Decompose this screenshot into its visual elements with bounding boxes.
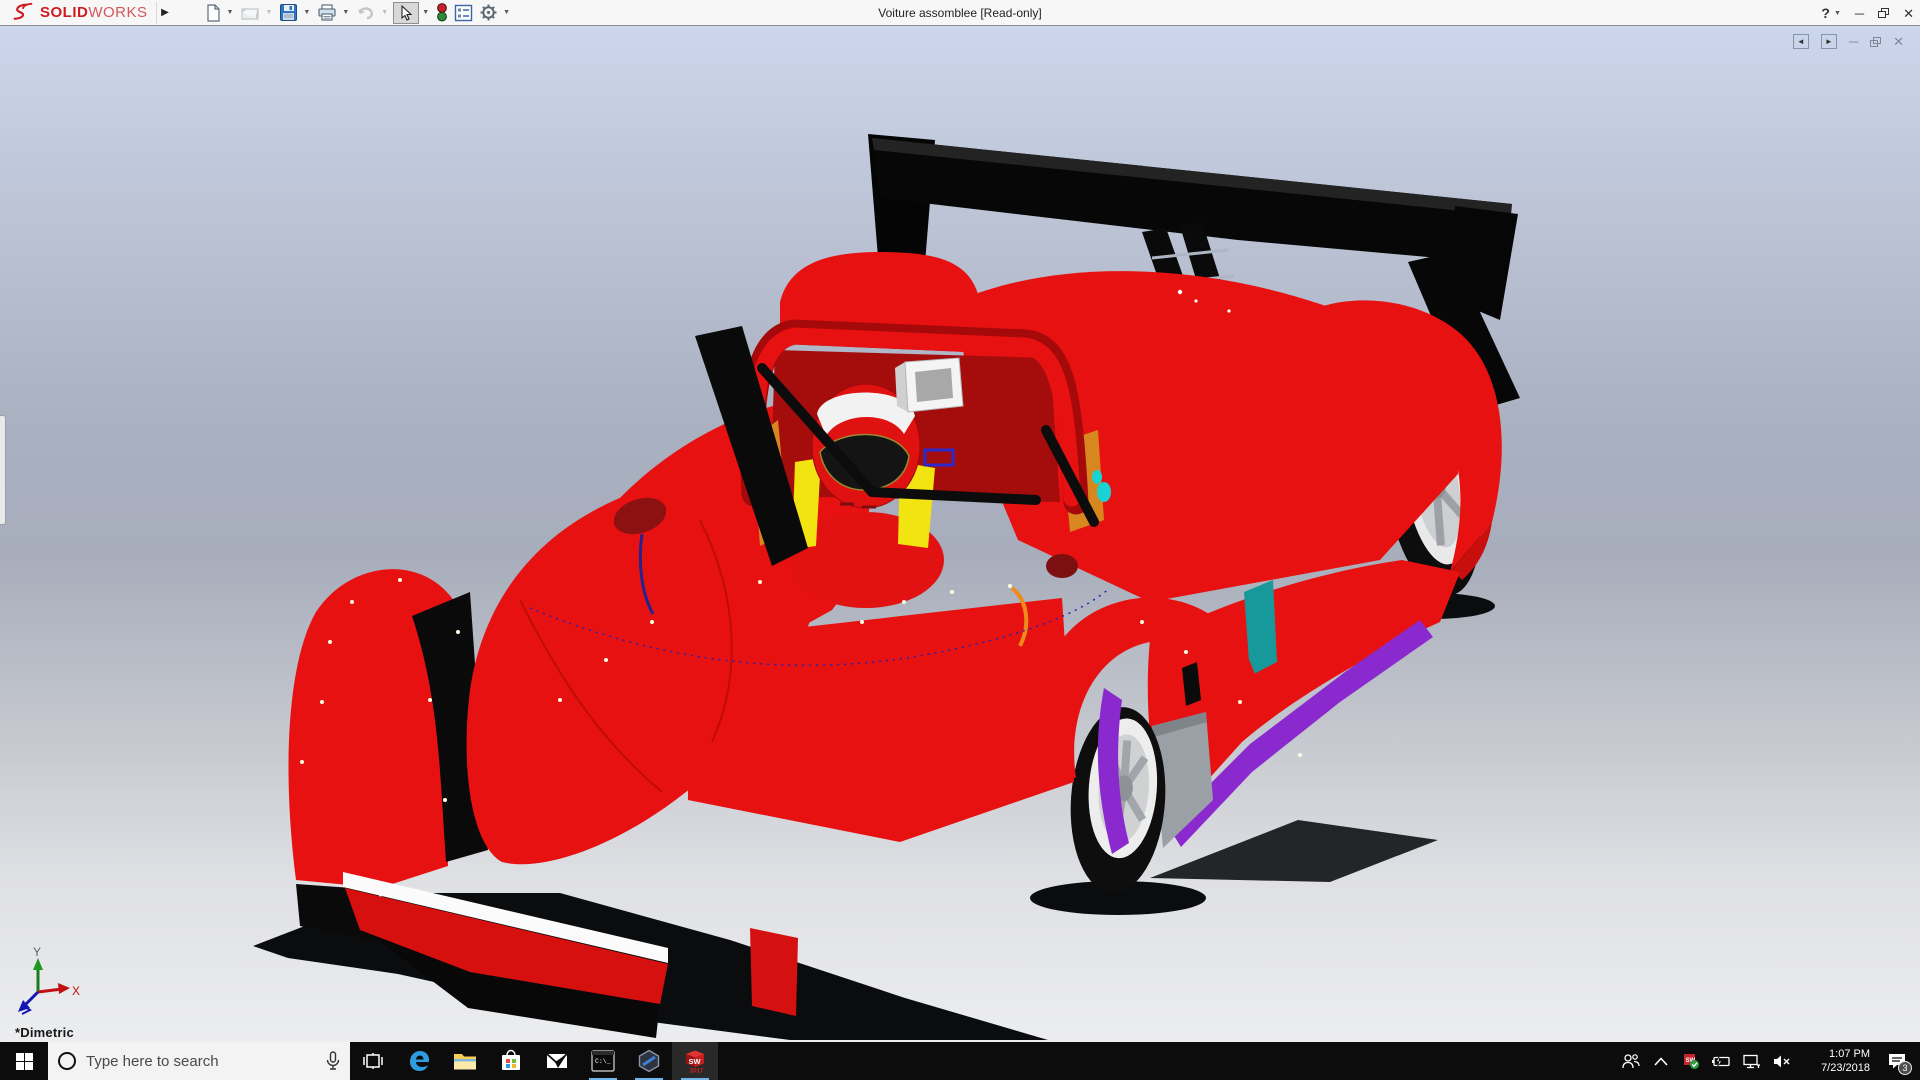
sw-label: SW bbox=[689, 1057, 702, 1066]
save-caret[interactable]: ▼ bbox=[303, 9, 310, 16]
tray-clock[interactable]: 1:07 PM 7/23/2018 bbox=[1796, 1042, 1874, 1080]
previous-document-button[interactable]: ◄ bbox=[1793, 34, 1809, 49]
clock-date: 7/23/2018 bbox=[1821, 1061, 1870, 1075]
rearview-mirror bbox=[895, 358, 963, 412]
undo-button[interactable] bbox=[354, 2, 378, 24]
undo-caret[interactable]: ▼ bbox=[381, 9, 388, 16]
window-title: Voiture assomblee [Read-only] bbox=[878, 0, 1041, 26]
taskbar-search[interactable] bbox=[48, 1042, 350, 1080]
tray-network-icon[interactable] bbox=[1736, 1042, 1766, 1080]
close-button[interactable]: ✕ bbox=[1903, 7, 1914, 20]
help-caret[interactable]: ▼ bbox=[1834, 10, 1841, 17]
cyan-detail bbox=[1097, 482, 1111, 502]
feature-manager-collapsed-tab[interactable] bbox=[0, 415, 6, 525]
print-caret[interactable]: ▼ bbox=[342, 9, 349, 16]
file-explorer-icon bbox=[453, 1050, 477, 1072]
options-button[interactable] bbox=[477, 2, 500, 24]
solidworks-logo: SOLIDWORKS bbox=[0, 0, 156, 25]
triad-y-label: Y bbox=[33, 945, 41, 959]
gear-icon bbox=[479, 3, 498, 22]
document-close-button[interactable]: ✕ bbox=[1893, 35, 1904, 48]
taskbar-app-store[interactable] bbox=[488, 1042, 534, 1080]
tray-chevron-up[interactable] bbox=[1646, 1042, 1676, 1080]
next-document-button[interactable]: ► bbox=[1821, 34, 1837, 49]
solidworks-logo-text: SOLIDWORKS bbox=[40, 4, 148, 21]
solidworks-2017-icon: SW 2017 bbox=[682, 1048, 708, 1074]
cmd-label: C:\_ bbox=[595, 1058, 611, 1065]
task-view-icon bbox=[363, 1051, 383, 1071]
tray-volume-muted[interactable] bbox=[1766, 1042, 1796, 1080]
battery-icon bbox=[1711, 1055, 1731, 1068]
select-cursor-icon bbox=[399, 5, 413, 21]
search-input[interactable] bbox=[86, 1053, 316, 1070]
document-minimize-button[interactable]: ─ bbox=[1849, 35, 1858, 48]
save-button[interactable] bbox=[277, 2, 300, 24]
network-icon bbox=[1742, 1054, 1761, 1069]
taskbar-app-mail[interactable] bbox=[534, 1042, 580, 1080]
save-floppy-icon bbox=[279, 3, 298, 22]
task-view-button[interactable] bbox=[350, 1042, 396, 1080]
minimize-button[interactable]: ─ bbox=[1855, 7, 1864, 20]
display-settings-button[interactable] bbox=[452, 2, 475, 24]
select-tool-button[interactable] bbox=[393, 2, 419, 24]
new-document-icon bbox=[204, 4, 222, 22]
new-document-caret[interactable]: ▼ bbox=[227, 9, 234, 16]
print-icon bbox=[317, 4, 337, 22]
people-icon bbox=[1622, 1053, 1640, 1069]
windows-taskbar: C:\_ SW 2017 SW bbox=[0, 1042, 1920, 1080]
traffic-light-icon bbox=[436, 3, 448, 22]
taskbar-app-edrawings[interactable] bbox=[626, 1042, 672, 1080]
titlebar: SOLIDWORKS ▶ ▼ ▼ ▼ bbox=[0, 0, 1920, 26]
taskbar-app-command-prompt[interactable]: C:\_ bbox=[580, 1042, 626, 1080]
sw-year: 2017 bbox=[690, 1069, 704, 1075]
side-pod[interactable] bbox=[1148, 560, 1460, 848]
window-controls: ?▼ ─ ✕ bbox=[1821, 0, 1914, 26]
open-button[interactable] bbox=[238, 2, 262, 24]
tray-people-icon[interactable] bbox=[1616, 1042, 1646, 1080]
cortana-icon bbox=[58, 1052, 76, 1070]
volume-muted-icon bbox=[1772, 1054, 1791, 1069]
print-button[interactable] bbox=[315, 2, 339, 24]
clock-time: 1:07 PM bbox=[1829, 1047, 1870, 1061]
taskbar-app-solidworks[interactable]: SW 2017 bbox=[672, 1042, 718, 1080]
help-button[interactable]: ?▼ bbox=[1821, 6, 1841, 20]
solidworks-logo-icon bbox=[10, 3, 36, 23]
document-restore-button[interactable] bbox=[1870, 37, 1881, 47]
orientation-triad: Y X bbox=[18, 945, 80, 1014]
taskbar-app-edge[interactable] bbox=[396, 1042, 442, 1080]
action-center-button[interactable]: 3 bbox=[1874, 1042, 1920, 1080]
mail-icon bbox=[545, 1051, 569, 1071]
graphics-viewport[interactable]: Y X ◄ ► ─ ✕ *Dimetric bbox=[0, 26, 1920, 1042]
display-settings-icon bbox=[454, 4, 473, 22]
solidworks-check-icon: SW bbox=[1682, 1052, 1700, 1070]
document-window-controls: ◄ ► ─ ✕ bbox=[1793, 34, 1904, 49]
edge-icon bbox=[407, 1049, 431, 1073]
rebuild-button[interactable] bbox=[434, 2, 450, 24]
open-caret[interactable]: ▼ bbox=[265, 9, 272, 16]
new-document-button[interactable] bbox=[202, 2, 224, 24]
select-caret[interactable]: ▼ bbox=[422, 9, 429, 16]
start-button[interactable] bbox=[0, 1042, 48, 1080]
undo-icon bbox=[356, 4, 376, 21]
main-toolbar: ▼ ▼ ▼ ▼ bbox=[202, 0, 514, 25]
restore-button[interactable] bbox=[1878, 8, 1889, 18]
tray-solidworks-monitor[interactable]: SW bbox=[1676, 1042, 1706, 1080]
notification-badge: 3 bbox=[1898, 1061, 1912, 1075]
hexagon-app-icon bbox=[637, 1049, 661, 1073]
toolbar-flyout-button[interactable]: ▶ bbox=[156, 2, 174, 24]
race-car-model[interactable]: Y X bbox=[0, 26, 1920, 1042]
open-folder-icon bbox=[240, 4, 260, 22]
taskbar-spacer bbox=[718, 1042, 1616, 1080]
taskbar-app-file-explorer[interactable] bbox=[442, 1042, 488, 1080]
options-caret[interactable]: ▼ bbox=[503, 9, 510, 16]
view-orientation-label: *Dimetric bbox=[15, 1025, 74, 1040]
command-prompt-icon: C:\_ bbox=[591, 1050, 615, 1072]
store-icon bbox=[500, 1049, 522, 1073]
chevron-up-icon bbox=[1654, 1057, 1668, 1066]
windows-logo-icon bbox=[16, 1053, 33, 1070]
microphone-icon[interactable] bbox=[326, 1051, 340, 1071]
triad-x-label: X bbox=[72, 984, 80, 998]
tray-battery-icon[interactable] bbox=[1706, 1042, 1736, 1080]
